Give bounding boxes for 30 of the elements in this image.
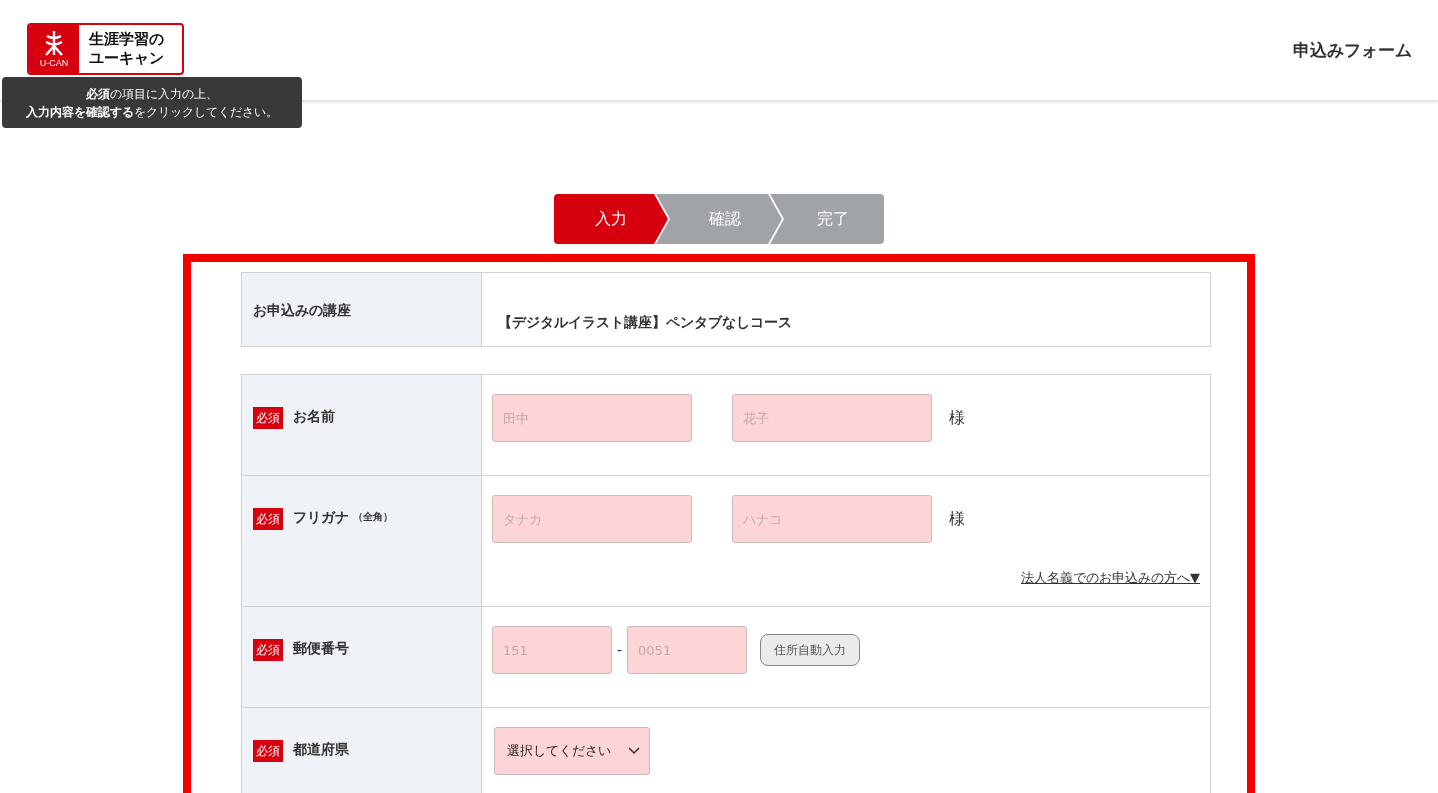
honorific-text: 様 [949,508,965,530]
field-label: フリガナ [293,508,349,526]
course-name: 【デジタルイラスト講座】ペンタブなしコース [498,314,792,332]
field-label: お名前 [293,407,335,425]
field-note: （全角） [353,510,393,524]
tooltip-text: 必須の項目に入力の上、 [86,85,218,102]
page-title: 申込みフォーム [1293,39,1412,62]
field-label: 郵便番号 [293,639,349,657]
tooltip-text: 入力内容を確認するをクリックしてください。 [26,103,278,120]
logo-name: ユーキャン [89,49,164,68]
field-label: お申込みの講座 [253,300,351,319]
required-badge: 必須 [253,639,283,661]
chevron-down-icon [628,747,640,755]
hyphen-text: - [617,642,623,658]
corporate-link[interactable]: 法人名義でのお申込みの方へ▼ [1021,569,1200,587]
input-field[interactable]: 花子 [732,394,932,442]
input-field[interactable]: 151 [492,626,612,674]
logo[interactable]: U-CAN 生涯学習の ユーキャン [27,23,184,75]
required-badge: 必須 [253,740,283,762]
input-field[interactable]: 田中 [492,394,692,442]
logo-mark-text: U-CAN [39,58,69,68]
required-badge: 必須 [253,508,283,530]
required-badge: 必須 [253,407,283,429]
prefecture-select[interactable]: 選択してください [494,727,650,775]
input-field[interactable]: タナカ [492,495,692,543]
honorific-text: 様 [949,407,965,429]
field-label: 都道府県 [293,740,349,758]
address-lookup-button[interactable]: 住所自動入力 [760,634,861,666]
input-field[interactable]: 0051 [627,626,748,674]
logo-tagline: 生涯学習の [89,30,164,49]
